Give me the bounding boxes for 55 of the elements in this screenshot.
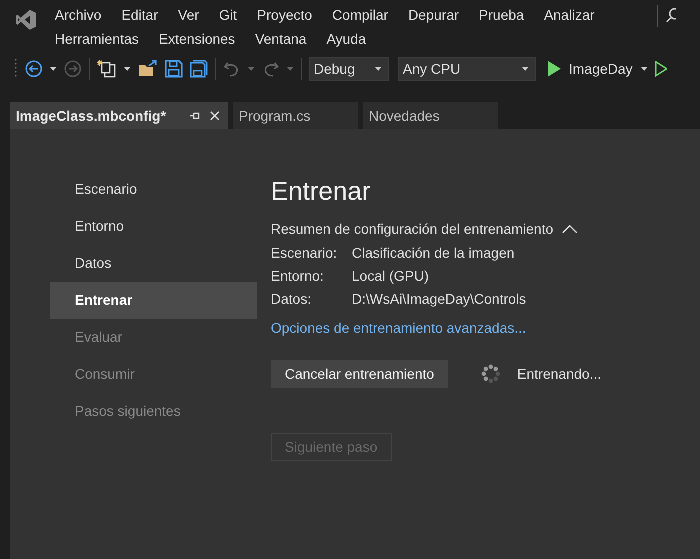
back-icon[interactable] [25, 60, 43, 78]
start-button[interactable]: ImageDay [543, 61, 648, 77]
step-item[interactable]: Datos [50, 245, 257, 282]
caret-icon [522, 67, 529, 71]
open-folder-icon[interactable] [138, 60, 158, 78]
menu-item[interactable]: Herramientas [45, 27, 150, 51]
chevron-icon [562, 224, 578, 234]
caret-icon [640, 67, 648, 71]
redo-icon[interactable] [262, 60, 280, 78]
page-title: Entrenar [271, 176, 371, 207]
configuration-dropdown[interactable]: Debug [309, 57, 389, 81]
training-status: Entrenando... [517, 366, 602, 382]
menu-item[interactable]: Editar [112, 3, 168, 27]
step-item[interactable]: Escenario [50, 171, 257, 208]
advanced-options-link[interactable]: Opciones de entrenamiento avanzadas... [271, 320, 526, 336]
platform-dropdown[interactable]: Any CPU [398, 57, 536, 81]
menu-item[interactable]: Proyecto [247, 3, 322, 27]
menu-item[interactable]: Extensiones [149, 27, 246, 51]
menu-item[interactable]: Analizar [534, 3, 605, 27]
document-tab[interactable]: Novedades [363, 102, 498, 129]
spinner-icon [481, 364, 502, 384]
menu-item[interactable]: Ventana [245, 27, 317, 51]
summary-toggle[interactable]: Resumen de configuración del entrenamiento [271, 221, 578, 237]
menu-item[interactable]: Ayuda [316, 27, 376, 51]
document-tab[interactable]: Program.cs [233, 102, 358, 129]
new-project-icon[interactable] [97, 59, 117, 79]
grip-icon [14, 59, 18, 79]
cancel-button[interactable]: Cancelar entrenamiento [271, 360, 448, 388]
menu-item[interactable]: Depurar [398, 3, 470, 27]
menu-item[interactable]: Git [209, 3, 248, 27]
summary-label: Escenario: [271, 245, 338, 261]
caret-icon[interactable] [124, 67, 131, 71]
play-outline-icon[interactable] [654, 61, 667, 77]
search-icon[interactable] [666, 8, 676, 24]
menu-item[interactable]: Compilar [322, 3, 398, 27]
close-icon[interactable] [210, 110, 220, 120]
menu-item[interactable]: Prueba [469, 3, 534, 27]
save-all-icon[interactable] [190, 60, 208, 78]
summary-value: D:\WsAi\ImageDay\Controls [352, 291, 526, 307]
summary-value: Clasificación de la imagen [352, 245, 516, 261]
pin-icon[interactable] [190, 110, 202, 120]
undo-icon[interactable] [223, 60, 241, 78]
menu-item[interactable]: Ver [168, 3, 210, 27]
logo-icon [15, 9, 37, 31]
document-tab[interactable]: ImageClass.mbconfig* [10, 102, 228, 129]
step-item[interactable]: Entorno [50, 208, 257, 245]
summary-label: Datos: [271, 291, 312, 307]
caret-icon[interactable] [50, 67, 57, 71]
step-item[interactable]: Entrenar [50, 282, 257, 319]
save-icon[interactable] [165, 60, 183, 78]
caret-icon [375, 67, 382, 71]
play-icon [547, 61, 561, 77]
menu-item[interactable]: Archivo [45, 3, 112, 27]
summary-value: Local (GPU) [352, 268, 430, 284]
summary-label: Entorno: [271, 268, 325, 284]
